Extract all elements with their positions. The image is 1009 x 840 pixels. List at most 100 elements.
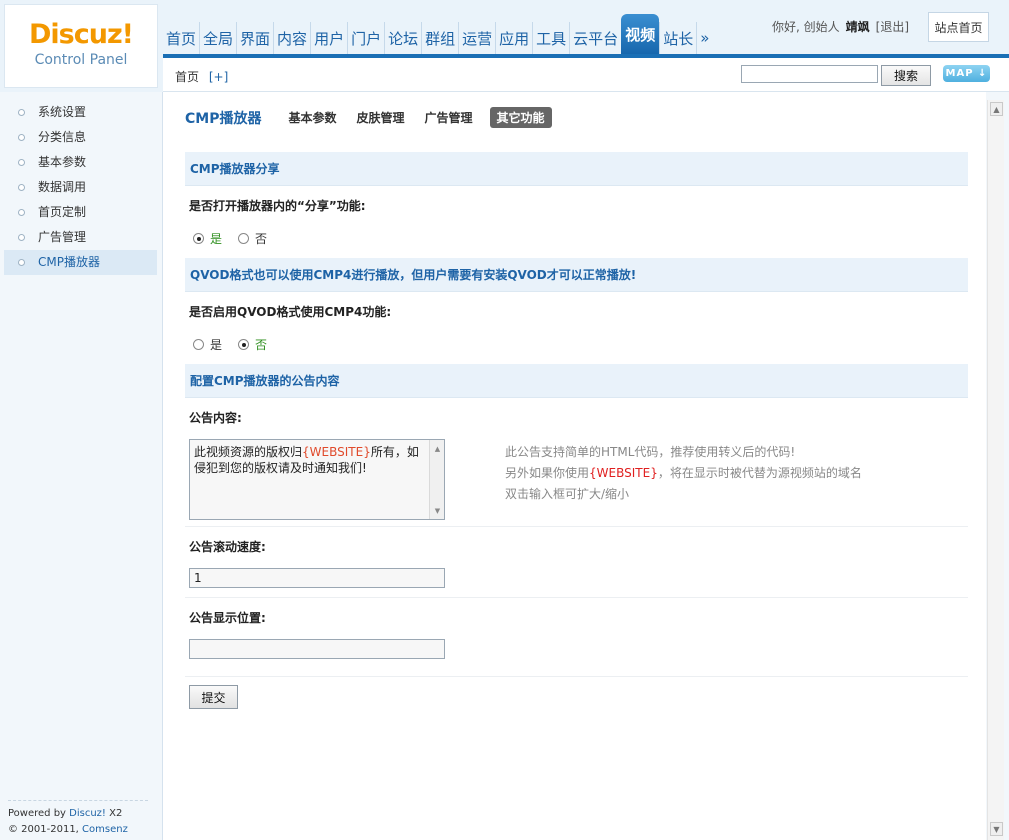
nav-webmaster[interactable]: 站长 (659, 22, 696, 54)
sidebar-item-data-call[interactable]: 数据调用 (4, 175, 157, 200)
submit-button[interactable]: 提交 (189, 685, 238, 709)
add-shortcut-link[interactable]: [+] (209, 70, 228, 84)
share-yes-label[interactable]: 是 (210, 230, 222, 247)
notice-content-text: 此视频资源的版权归{WEBSITE}所有，如侵犯到您的版权请及时通知我们! (194, 444, 424, 476)
share-radio-group: 是 否 (193, 230, 283, 247)
sidebar-item-label: 系统设置 (38, 105, 87, 119)
page-title: CMP播放器 (185, 110, 262, 127)
bullet-icon (18, 259, 25, 266)
tab-skin-management[interactable]: 皮肤管理 (353, 108, 407, 127)
qvod-question: 是否启用QVOD格式使用CMP4功能: (189, 305, 392, 319)
scroll-up-icon[interactable]: ▲ (990, 102, 1003, 116)
copyright-prefix: © 2001-2011, (8, 824, 83, 835)
version-text: X2 (105, 808, 123, 819)
notice-position-label: 公告显示位置: (189, 611, 266, 625)
notice-content-label: 公告内容: (189, 411, 242, 425)
page-scrollbar[interactable]: ▲ ▼ (987, 100, 1004, 840)
qvod-no-radio[interactable] (238, 339, 250, 350)
user-greeting: 你好, 创始人 (772, 20, 840, 34)
sidebar-item-homepage-custom[interactable]: 首页定制 (4, 200, 157, 225)
sidebar-footer: Powered by Discuz! X2 © 2001-2011, Comse… (8, 800, 148, 840)
sidebar-item-system-settings[interactable]: 系统设置 (4, 100, 157, 125)
breadcrumb: 首页 [+] (175, 68, 228, 85)
notice-tips: 此公告支持简单的HTML代码，推荐使用转义后的代码! 另外如果你使用{WEBSI… (505, 442, 862, 505)
bullet-icon (18, 234, 25, 241)
nav-portal[interactable]: 门户 (347, 22, 384, 54)
divider (185, 676, 968, 677)
nav-apps[interactable]: 应用 (495, 22, 532, 54)
textarea-scrollbar[interactable]: ▲ ▼ (429, 440, 444, 519)
logout-link[interactable]: [退出] (876, 18, 909, 35)
tip-website-pre: 另外如果你使用 (505, 466, 590, 480)
qvod-no-label[interactable]: 否 (255, 336, 267, 353)
sidebar-item-label: CMP播放器 (38, 255, 100, 269)
scroll-down-icon[interactable]: ▼ (990, 822, 1003, 836)
sidebar-item-label: 首页定制 (38, 205, 87, 219)
notice-speed-label: 公告滚动速度: (189, 540, 266, 554)
top-nav: 首页 全局 界面 内容 用户 门户 论坛 群组 运营 应用 工具 云平台 视频 … (163, 14, 712, 54)
nav-home[interactable]: 首页 (163, 22, 199, 54)
nav-groups[interactable]: 群组 (421, 22, 458, 54)
share-no-radio[interactable] (238, 233, 250, 244)
nav-cloud[interactable]: 云平台 (569, 22, 621, 54)
bullet-icon (18, 209, 25, 216)
sidebar: 系统设置 分类信息 基本参数 数据调用 首页定制 广告管理 CMP播放器 Pow… (0, 92, 163, 840)
logo[interactable]: Discuz! Control Panel (4, 4, 158, 88)
nav-more[interactable]: » (696, 22, 712, 54)
main-content: CMP播放器 基本参数 皮肤管理 广告管理 其它功能 CMP播放器分享 是否打开… (163, 92, 986, 840)
map-button[interactable]: MAP ↓ (943, 65, 990, 82)
bullet-icon (18, 159, 25, 166)
logo-brand: Discuz! (29, 19, 134, 50)
section-notice-header: 配置CMP播放器的公告内容 (185, 364, 968, 398)
tab-ad-management[interactable]: 广告管理 (422, 108, 476, 127)
qvod-yes-radio[interactable] (193, 339, 204, 350)
nav-content[interactable]: 内容 (273, 22, 310, 54)
notice-content-textarea[interactable]: 此视频资源的版权归{WEBSITE}所有，如侵犯到您的版权请及时通知我们! ▲ … (189, 439, 445, 520)
notice-position-input[interactable] (189, 639, 445, 659)
nav-users[interactable]: 用户 (310, 22, 347, 54)
nav-forum[interactable]: 论坛 (384, 22, 421, 54)
share-yes-radio[interactable] (193, 233, 204, 244)
user-bar: 你好, 创始人 靖飒 [退出] (772, 18, 909, 35)
powered-prefix: Powered by (8, 808, 70, 819)
sidebar-item-basic-params[interactable]: 基本参数 (4, 150, 157, 175)
search-input[interactable] (741, 65, 878, 83)
breadcrumb-home[interactable]: 首页 (175, 70, 199, 84)
nav-global[interactable]: 全局 (199, 22, 236, 54)
nav-interface[interactable]: 界面 (236, 22, 273, 54)
logo-subtitle: Control Panel (34, 52, 128, 68)
notice-text-key: {WEBSITE} (302, 445, 371, 459)
tab-other-functions[interactable]: 其它功能 (489, 107, 552, 128)
tip-website-key: {WEBSITE} (589, 466, 658, 480)
discuz-link[interactable]: Discuz! (69, 808, 106, 819)
scroll-down-icon[interactable]: ▼ (431, 504, 444, 517)
search-button[interactable]: 搜索 (881, 65, 931, 86)
tip-website: 另外如果你使用{WEBSITE}，将在显示时被代替为源视频站的域名 (505, 463, 862, 484)
nav-tools[interactable]: 工具 (532, 22, 569, 54)
sidebar-item-label: 分类信息 (38, 130, 87, 144)
notice-speed-input[interactable]: 1 (189, 568, 445, 588)
sidebar-item-category-info[interactable]: 分类信息 (4, 125, 157, 150)
header: Discuz! Control Panel 首页 全局 界面 内容 用户 门户 … (0, 0, 1009, 92)
sub-bar: 首页 [+] 搜索 MAP ↓ (163, 58, 1009, 92)
bullet-icon (18, 184, 25, 191)
divider (185, 526, 968, 527)
nav-video[interactable]: 视频 (621, 14, 660, 54)
notice-text-pre: 此视频资源的版权归 (194, 445, 303, 459)
nav-operations[interactable]: 运营 (458, 22, 495, 54)
share-question: 是否打开播放器内的“分享”功能: (189, 199, 366, 213)
user-name[interactable]: 靖飒 (846, 18, 870, 35)
powered-by: Powered by Discuz! X2 (8, 806, 148, 822)
scroll-up-icon[interactable]: ▲ (431, 442, 444, 455)
page-tabs: CMP播放器 基本参数 皮肤管理 广告管理 其它功能 (185, 107, 566, 128)
share-no-label[interactable]: 否 (255, 230, 267, 247)
tip-html: 此公告支持简单的HTML代码，推荐使用转义后的代码! (505, 445, 796, 459)
section-qvod-header: QVOD格式也可以使用CMP4进行播放，但用户需要有安装QVOD才可以正常播放! (185, 258, 968, 292)
sidebar-item-label: 广告管理 (38, 230, 87, 244)
sidebar-item-ad-management[interactable]: 广告管理 (4, 225, 157, 250)
tab-basic-params[interactable]: 基本参数 (285, 108, 339, 127)
section-share-header: CMP播放器分享 (185, 152, 968, 186)
qvod-yes-label[interactable]: 是 (210, 336, 222, 353)
sidebar-item-cmp-player[interactable]: CMP播放器 (4, 250, 157, 275)
site-home-button[interactable]: 站点首页 (928, 12, 989, 42)
